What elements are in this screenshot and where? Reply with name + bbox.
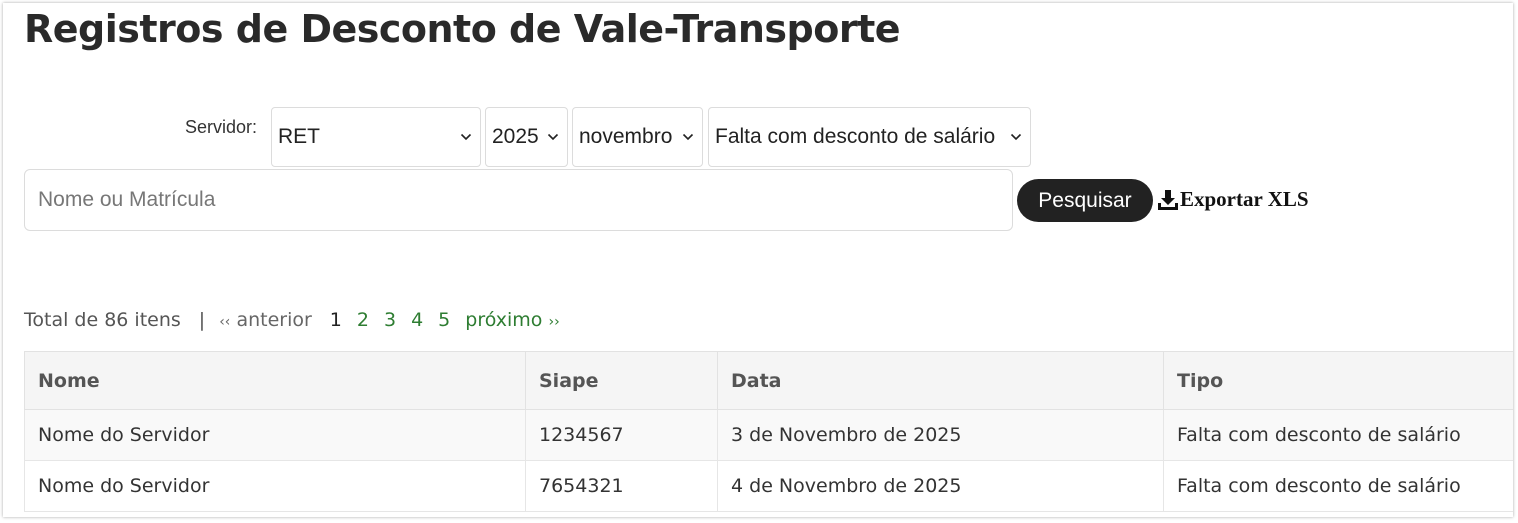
table-row: Nome do Servidor 7654321 4 de Novembro d… [24,460,1513,512]
servidor-label: Servidor: [185,117,258,137]
chevron-down-icon [460,133,472,141]
cell-nome: Nome do Servidor [24,460,526,512]
prev-label: anterior [236,309,312,331]
chevron-down-icon [682,133,694,141]
page-frame: Registros de Desconto de Vale-Transporte… [3,3,1513,517]
column-header-tipo[interactable]: Tipo [1163,351,1513,410]
unit-select[interactable]: RET [271,107,481,167]
download-icon [1158,189,1178,210]
records-table: Nome Siape Data Tipo Nome do Servidor 12… [24,351,1513,512]
cell-data: 4 de Novembro de 2025 [717,460,1164,512]
previous-page: ‹‹ anterior [219,309,312,331]
cell-nome: Nome do Servidor [24,409,526,461]
next-arrow: ›› [548,314,560,330]
chevron-down-icon [547,133,559,141]
prev-arrow: ‹‹ [219,314,231,330]
page-link-4[interactable]: 4 [411,309,423,331]
year-select[interactable]: 2025 [485,107,568,167]
column-header-data[interactable]: Data [717,351,1164,410]
search-button[interactable]: Pesquisar [1017,179,1153,222]
page-link-2[interactable]: 2 [357,309,369,331]
export-xls-link[interactable]: Exportar XLS [1157,187,1309,212]
cell-siape: 1234567 [525,409,718,461]
table-header-row: Nome Siape Data Tipo [24,351,1513,410]
export-label: Exportar XLS [1180,187,1309,211]
month-select-value: novembro [579,125,673,148]
pagination: Total de 86 itens | ‹‹ anterior 1 2 3 4 … [24,309,560,331]
search-input[interactable] [24,169,1013,231]
page-link-1[interactable]: 1 [330,309,342,331]
cell-data: 3 de Novembro de 2025 [717,409,1164,461]
type-select[interactable]: Falta com desconto de salário [708,107,1031,167]
type-select-value: Falta com desconto de salário [715,125,996,148]
page-link-3[interactable]: 3 [384,309,396,331]
column-header-nome[interactable]: Nome [24,351,526,410]
cell-tipo: Falta com desconto de salário [1163,409,1513,461]
month-select[interactable]: novembro [572,107,703,167]
cell-siape: 7654321 [525,460,718,512]
page-link-5[interactable]: 5 [438,309,450,331]
year-select-value: 2025 [492,125,539,148]
page-title: Registros de Desconto de Vale-Transporte [24,7,901,51]
unit-select-value: RET [278,125,320,148]
total-items: Total de 86 itens [24,309,181,331]
column-header-siape[interactable]: Siape [525,351,718,410]
next-label: próximo [465,309,543,331]
chevron-down-icon [1010,133,1022,141]
cell-tipo: Falta com desconto de salário [1163,460,1513,512]
next-page[interactable]: próximo ›› [465,309,559,331]
pagination-separator: | [198,309,206,331]
table-row: Nome do Servidor 1234567 3 de Novembro d… [24,409,1513,461]
